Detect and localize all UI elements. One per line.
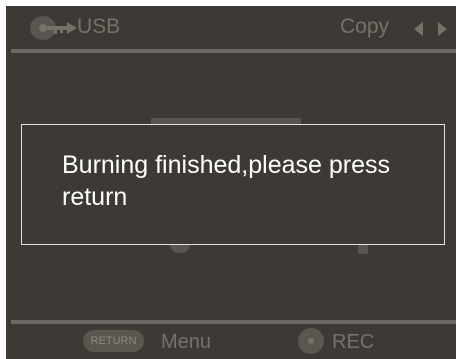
rec-label: REC	[332, 331, 375, 353]
background-remnant	[358, 244, 368, 254]
mode-label: Copy	[340, 15, 390, 38]
source-label: USB	[77, 15, 121, 38]
rec-button[interactable]	[298, 328, 324, 354]
dialog-message: Burning finished,please press return	[62, 151, 390, 211]
message-dialog: Burning finished,please press return	[21, 124, 445, 245]
header-divider	[11, 49, 456, 53]
dvd-recorder-screen: USB Copy Burning finished,please press r…	[6, 6, 456, 359]
return-button[interactable]: RETURN	[83, 330, 144, 352]
usb-key-icon	[30, 16, 77, 40]
footer-divider	[11, 320, 456, 324]
triangle-left-icon[interactable]	[414, 22, 423, 36]
record-dot-icon	[308, 338, 314, 344]
top-bar: USB Copy	[6, 6, 456, 52]
background-remnant	[170, 244, 190, 253]
menu-label: Menu	[161, 331, 212, 353]
triangle-right-icon[interactable]	[438, 22, 447, 36]
